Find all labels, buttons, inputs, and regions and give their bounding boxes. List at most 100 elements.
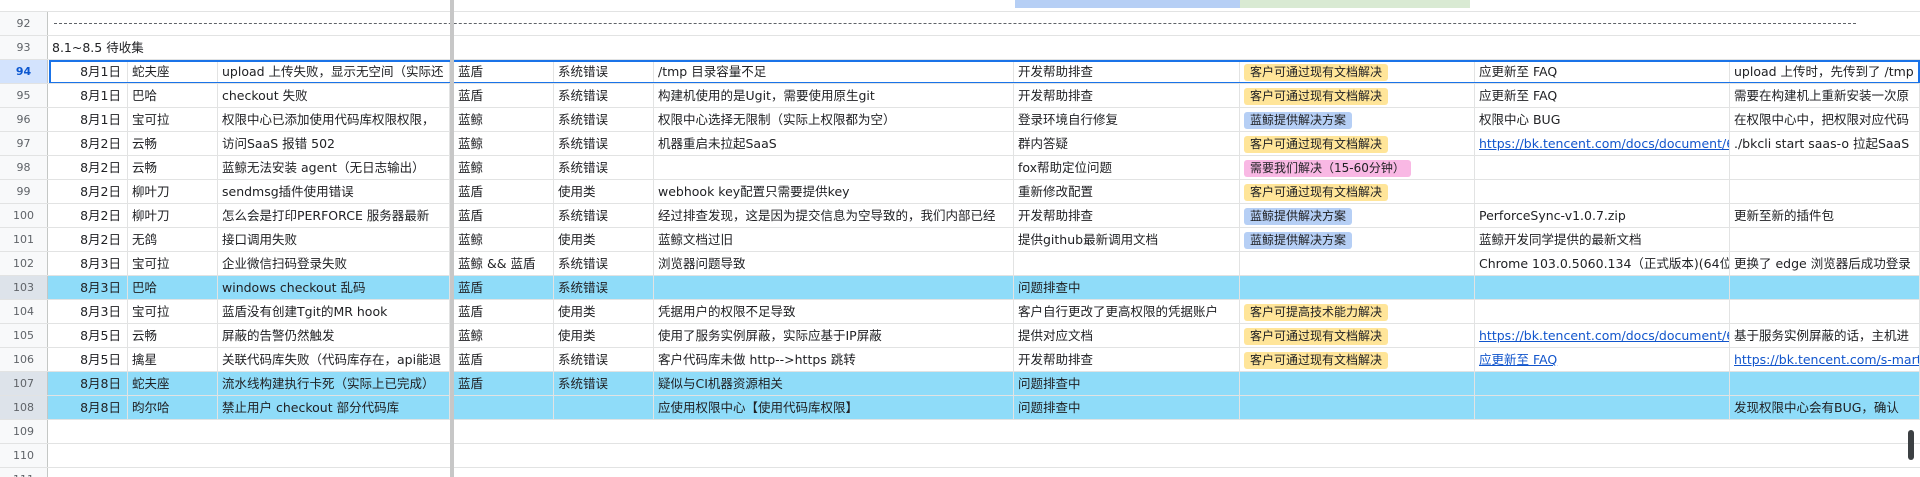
resolution-cell[interactable]: [1240, 396, 1475, 419]
cause-cell[interactable]: webhook key配置只需要提供key: [654, 180, 1014, 203]
date-cell[interactable]: 8月1日: [48, 108, 128, 131]
row-number[interactable]: 99: [0, 180, 48, 203]
row-number[interactable]: 92: [0, 12, 48, 35]
separator-row[interactable]: 92: [0, 12, 1920, 36]
resolution-chip[interactable]: 客户可通过现有文档解决: [1244, 64, 1389, 81]
resolution-cell[interactable]: 蓝鲸提供解决方案: [1240, 108, 1475, 131]
type-cell[interactable]: 系统错误: [554, 348, 654, 371]
resolution-cell[interactable]: 客户可通过现有文档解决: [1240, 132, 1475, 155]
type-cell[interactable]: 系统错误: [554, 372, 654, 395]
person-cell[interactable]: 柳叶刀: [128, 204, 218, 227]
cause-cell[interactable]: 浏览器问题导致: [654, 252, 1014, 275]
resolution-chip[interactable]: 客户可通过现有文档解决: [1244, 352, 1389, 369]
cause-cell[interactable]: 应使用权限中心【使用代码库权限】: [654, 396, 1014, 419]
cause-cell[interactable]: [654, 156, 1014, 179]
vertical-scrollbar[interactable]: [1908, 430, 1914, 460]
action-cell[interactable]: 问题排查中: [1014, 276, 1240, 299]
action-cell[interactable]: 开发帮助排查: [1014, 60, 1240, 83]
table-row[interactable]: 95 8月1日 巴哈 checkout 失败 蓝盾 系统错误 构建机使用的是Ugit，需要使…: [0, 84, 1920, 108]
date-cell[interactable]: 8月2日: [48, 204, 128, 227]
type-cell[interactable]: 使用类: [554, 300, 654, 323]
issue-cell[interactable]: 关联代码库失败（代码库存在，api能退: [218, 348, 450, 371]
resolution-cell[interactable]: 客户可通过现有文档解决: [1240, 324, 1475, 347]
row-number[interactable]: 108: [0, 396, 48, 419]
table-row[interactable]: 101 8月2日 无鸽 接口调用失败 蓝鲸 使用类 蓝鲸文档过旧 提供github最新调用文档…: [0, 228, 1920, 252]
action-cell[interactable]: [1014, 252, 1240, 275]
resolution-chip[interactable]: 客户可通过现有文档解决: [1244, 88, 1389, 105]
issue-cell[interactable]: 屏蔽的告警仍然触发: [218, 324, 450, 347]
issue-cell[interactable]: 访问SaaS 报错 502: [218, 132, 450, 155]
action-cell[interactable]: 问题排查中: [1014, 372, 1240, 395]
type-cell[interactable]: 系统错误: [554, 252, 654, 275]
resolution-cell[interactable]: [1240, 276, 1475, 299]
action-cell[interactable]: 提供github最新调用文档: [1014, 228, 1240, 251]
row-number[interactable]: 102: [0, 252, 48, 275]
note-cell[interactable]: 发现权限中心会有BUG，确认: [1730, 396, 1920, 419]
cause-cell[interactable]: 蓝鲸文档过旧: [654, 228, 1014, 251]
issue-cell[interactable]: 禁止用户 checkout 部分代码库: [218, 396, 450, 419]
note-cell[interactable]: upload 上传时，先传到了 /tmp 目: [1730, 60, 1920, 83]
followup-cell[interactable]: Chrome 103.0.5060.134（正式版本)(64位): [1475, 252, 1730, 275]
type-cell[interactable]: 使用类: [554, 324, 654, 347]
table-row[interactable]: 106 8月5日 擒星 关联代码库失败（代码库存在，api能退 蓝盾 系统错误 客户代码库未…: [0, 348, 1920, 372]
issue-cell[interactable]: 流水线构建执行卡死（实际上已完成）: [218, 372, 450, 395]
row-number[interactable]: 105: [0, 324, 48, 347]
person-cell[interactable]: 云畅: [128, 324, 218, 347]
row-number[interactable]: 101: [0, 228, 48, 251]
cause-cell[interactable]: 凭据用户的权限不足导致: [654, 300, 1014, 323]
product-cell[interactable]: 蓝盾: [454, 276, 554, 299]
resolution-chip[interactable]: 客户可通过现有文档解决: [1244, 184, 1389, 201]
note-cell[interactable]: [1730, 180, 1920, 203]
product-cell[interactable]: 蓝盾: [454, 348, 554, 371]
followup-cell[interactable]: 应更新至 FAQ: [1475, 84, 1730, 107]
table-row[interactable]: 103 8月3日 巴哈 windows checkout 乱码 蓝盾 系统错误 问题排查中: [0, 276, 1920, 300]
cell-link[interactable]: 应更新至 FAQ: [1479, 352, 1557, 367]
product-cell[interactable]: 蓝盾: [454, 300, 554, 323]
note-cell[interactable]: [1730, 300, 1920, 323]
note-cell[interactable]: 更换了 edge 浏览器后成功登录: [1730, 252, 1920, 275]
resolution-chip[interactable]: 蓝鲸提供解决方案: [1244, 232, 1353, 249]
resolution-cell[interactable]: [1240, 252, 1475, 275]
type-cell[interactable]: 系统错误: [554, 84, 654, 107]
product-cell[interactable]: [454, 396, 554, 419]
row-number[interactable]: 97: [0, 132, 48, 155]
person-cell[interactable]: 宝可拉: [128, 108, 218, 131]
resolution-chip[interactable]: 需要我们解决（15-60分钟）: [1244, 160, 1411, 177]
type-cell[interactable]: 系统错误: [554, 132, 654, 155]
person-cell[interactable]: 云畅: [128, 156, 218, 179]
issue-cell[interactable]: windows checkout 乱码: [218, 276, 450, 299]
date-cell[interactable]: 8月2日: [48, 180, 128, 203]
type-cell[interactable]: 使用类: [554, 180, 654, 203]
empty-row[interactable]: 109: [0, 420, 1920, 444]
product-cell[interactable]: 蓝盾: [454, 372, 554, 395]
person-cell[interactable]: 擒星: [128, 348, 218, 371]
product-cell[interactable]: 蓝鲸: [454, 324, 554, 347]
resolution-cell[interactable]: 客户可通过现有文档解决: [1240, 60, 1475, 83]
type-cell[interactable]: 系统错误: [554, 108, 654, 131]
action-cell[interactable]: 重新修改配置: [1014, 180, 1240, 203]
followup-cell[interactable]: [1475, 372, 1730, 395]
issue-cell[interactable]: 怎么会是打印PERFORCE 服务器最新: [218, 204, 450, 227]
note-cell[interactable]: ./bkcli start saas-o 拉起SaaS: [1730, 132, 1920, 155]
issue-cell[interactable]: 蓝鲸无法安装 agent（无日志输出）: [218, 156, 450, 179]
cause-cell[interactable]: 权限中心选择无限制（实际上权限都为空）: [654, 108, 1014, 131]
issue-cell[interactable]: sendmsg插件使用错误: [218, 180, 450, 203]
type-cell[interactable]: 系统错误: [554, 204, 654, 227]
row-number[interactable]: 95: [0, 84, 48, 107]
table-row[interactable]: 97 8月2日 云畅 访问SaaS 报错 502 蓝鲸 系统错误 机器重启未拉起SaaS 群内…: [0, 132, 1920, 156]
action-cell[interactable]: 开发帮助排查: [1014, 84, 1240, 107]
date-cell[interactable]: 8月3日: [48, 300, 128, 323]
empty-row[interactable]: 110: [0, 444, 1920, 468]
action-cell[interactable]: 客户自行更改了更高权限的凭据账户: [1014, 300, 1240, 323]
note-cell[interactable]: [1730, 372, 1920, 395]
resolution-cell[interactable]: 蓝鲸提供解决方案: [1240, 228, 1475, 251]
type-cell[interactable]: 系统错误: [554, 156, 654, 179]
product-cell[interactable]: 蓝鲸: [454, 156, 554, 179]
cell-link[interactable]: https://bk.tencent.com/docs/document/6.0…: [1479, 328, 1729, 343]
action-cell[interactable]: 登录环境自行修复: [1014, 108, 1240, 131]
issue-cell[interactable]: checkout 失败: [218, 84, 450, 107]
note-cell[interactable]: 更新至新的插件包: [1730, 204, 1920, 227]
followup-cell[interactable]: [1475, 156, 1730, 179]
note-cell[interactable]: 基于服务实例屏蔽的话，主机进: [1730, 324, 1920, 347]
issue-cell[interactable]: 蓝盾没有创建Tgit的MR hook: [218, 300, 450, 323]
